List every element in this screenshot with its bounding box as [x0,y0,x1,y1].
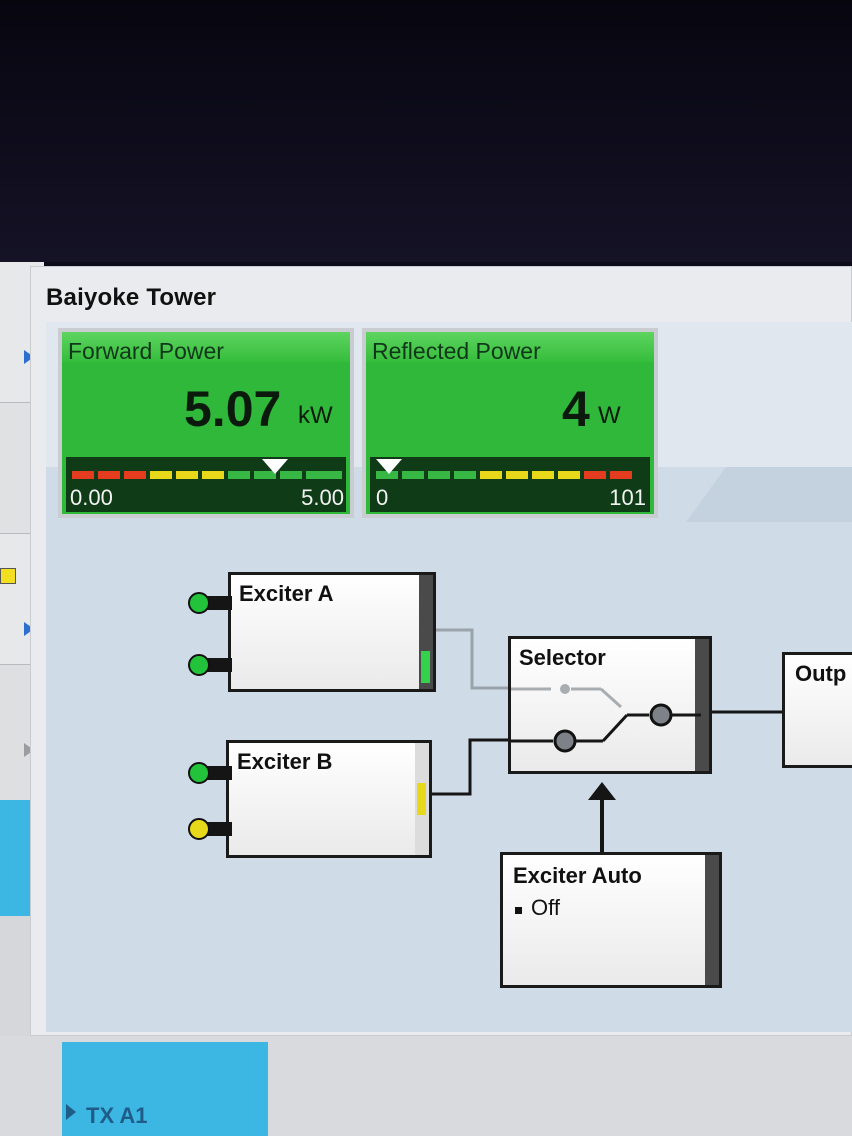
output-block[interactable]: Outp [782,652,852,768]
exciter-b-level-indicator [417,783,426,815]
exciter-a-led-1 [188,592,232,614]
bullet-icon [515,907,522,914]
exciter-a-led-2 [188,654,232,676]
exciter-auto-block[interactable]: Exciter Auto Off [500,852,722,988]
exciter-a-block[interactable]: Exciter A [228,572,436,692]
exciter-a-path [436,628,510,690]
arrow-up-icon [588,782,616,800]
yellow-status-icon [188,818,210,840]
exciter-a-label: Exciter A [239,581,334,606]
exciter-auto-status: Off [531,895,560,920]
exciter-b-label: Exciter B [237,749,333,774]
block-status-bar [705,855,719,985]
signal-path-lines [430,628,782,852]
tab-label: TX A1 [86,1103,148,1128]
output-label: Outp [795,661,847,686]
green-status-icon [188,592,210,614]
green-status-icon [188,762,210,784]
chevron-right-icon [66,1104,76,1120]
exciter-b-path [430,738,510,796]
exciter-a-level-indicator [421,651,430,683]
exciter-auto-label: Exciter Auto [513,863,642,888]
selector-block[interactable]: Selector [508,636,712,774]
switch-icon [511,684,701,753]
exciter-b-led-1 [188,762,232,784]
exciter-b-block[interactable]: Exciter B [226,740,432,858]
exciter-b-led-2 [188,818,232,840]
green-status-icon [188,654,210,676]
